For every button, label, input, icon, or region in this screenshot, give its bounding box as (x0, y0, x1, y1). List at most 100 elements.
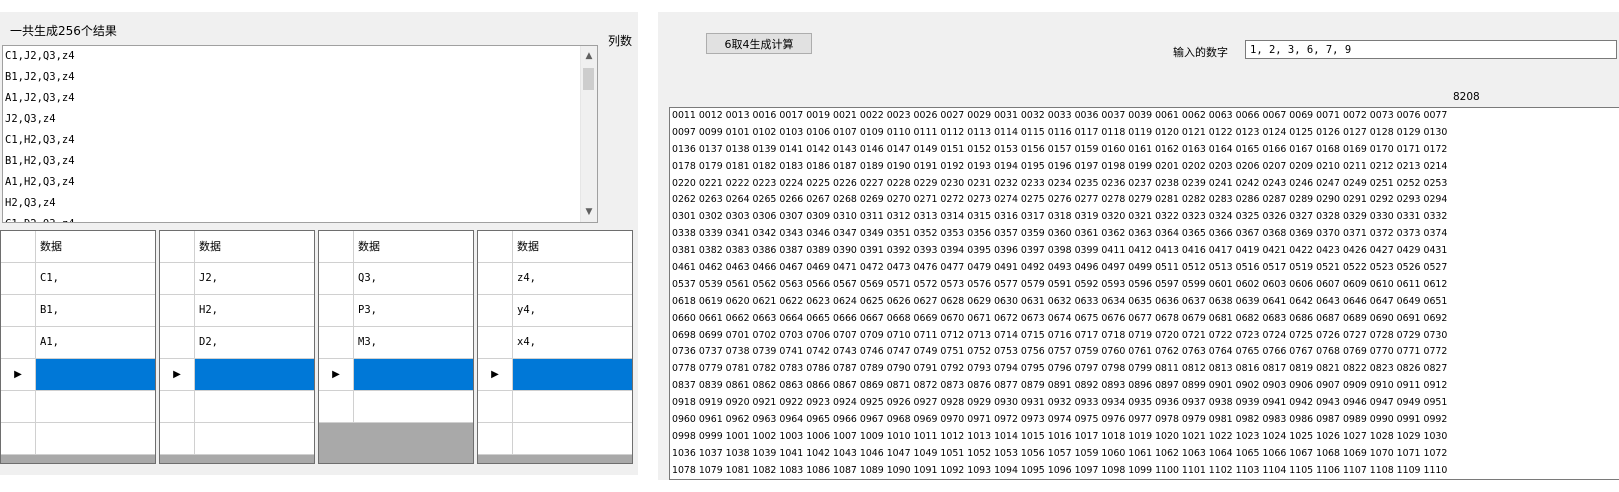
grid-cell[interactable] (195, 423, 314, 454)
grid-cell-selected[interactable] (354, 359, 473, 390)
number-row: 0136 0137 0138 0139 0141 0142 0143 0146 … (672, 143, 1448, 155)
row-header[interactable] (1, 391, 36, 422)
table-row[interactable] (160, 391, 314, 423)
result-scrollbar[interactable]: ▲ ▼ (580, 46, 597, 222)
row-header[interactable] (319, 295, 354, 326)
grid-cell[interactable] (513, 391, 632, 422)
new-row-selected[interactable]: ▶ (160, 359, 314, 391)
data-grid-4[interactable]: 数据 z4, y4, x4, ▶ (477, 230, 633, 464)
table-row[interactable] (478, 391, 632, 423)
column-header-data[interactable]: 数据 (354, 231, 473, 262)
grid-header-row: 数据 (160, 231, 314, 263)
column-header-data[interactable]: 数据 (195, 231, 314, 262)
table-row[interactable] (319, 391, 473, 423)
number-row: 0301 0302 0303 0306 0307 0309 0310 0311 … (672, 211, 1448, 223)
number-row: 0537 0539 0561 0562 0563 0566 0567 0569 … (672, 278, 1448, 290)
column-header-data[interactable]: 数据 (36, 231, 155, 262)
grid-cell[interactable]: A1, (36, 327, 155, 358)
grid-cell[interactable] (36, 391, 155, 422)
grid-cell[interactable] (354, 391, 473, 422)
grid-cell-selected[interactable] (195, 359, 314, 390)
number-generator-panel: 6取4生成计算 输入的数字 8208 0011 0012 0013 0016 0… (658, 12, 1619, 480)
grid-cell[interactable]: P3, (354, 295, 473, 326)
data-grid-2[interactable]: 数据 J2, H2, D2, ▶ (159, 230, 315, 464)
new-row-selected[interactable]: ▶ (1, 359, 155, 391)
grid-cell[interactable]: D2, (195, 327, 314, 358)
grid-cell[interactable]: J2, (195, 263, 314, 294)
result-textbox[interactable]: C1,J2,Q3,z4 B1,J2,Q3,z4 A1,J2,Q3,z4 J2,Q… (2, 45, 598, 223)
table-row[interactable] (478, 423, 632, 455)
row-header[interactable] (160, 295, 195, 326)
grid-cell[interactable]: x4, (513, 327, 632, 358)
grid-cell[interactable] (513, 423, 632, 454)
result-line: B1,J2,Q3,z4 (5, 71, 75, 83)
row-header[interactable] (1, 263, 36, 294)
table-row[interactable]: P3, (319, 295, 473, 327)
row-header[interactable] (478, 391, 513, 422)
row-header[interactable] (319, 391, 354, 422)
grid-cell[interactable]: H2, (195, 295, 314, 326)
new-row-selected[interactable]: ▶ (319, 359, 473, 391)
new-row-selected[interactable]: ▶ (478, 359, 632, 391)
number-row: 0461 0462 0463 0466 0467 0469 0471 0472 … (672, 262, 1448, 274)
row-header[interactable] (160, 263, 195, 294)
scroll-thumb[interactable] (583, 68, 594, 90)
number-row: 0698 0699 0701 0702 0703 0706 0707 0709 … (672, 329, 1448, 341)
row-header[interactable] (478, 423, 513, 454)
number-row: 1078 1079 1081 1082 1083 1086 1087 1089 … (672, 464, 1448, 476)
grid-cell-selected[interactable] (36, 359, 155, 390)
number-row: 0660 0661 0662 0663 0664 0665 0666 0667 … (672, 312, 1448, 324)
number-row: 0338 0339 0341 0342 0343 0346 0347 0349 … (672, 228, 1448, 240)
result-line: B1,H2,Q3,z4 (5, 155, 75, 167)
table-row[interactable]: H2, (160, 295, 314, 327)
column-count-label: 列数 (608, 34, 633, 48)
generate-calc-button[interactable]: 6取4生成计算 (706, 33, 812, 54)
row-header[interactable] (319, 263, 354, 294)
grid-cell[interactable]: Q3, (354, 263, 473, 294)
table-row[interactable]: y4, (478, 295, 632, 327)
table-row[interactable]: J2, (160, 263, 314, 295)
grid-cell[interactable]: M3, (354, 327, 473, 358)
column-header-data[interactable]: 数据 (513, 231, 632, 262)
data-grid-3[interactable]: 数据 Q3, P3, M3, ▶ (318, 230, 474, 464)
result-lines: C1,J2,Q3,z4 B1,J2,Q3,z4 A1,J2,Q3,z4 J2,Q… (3, 46, 597, 222)
row-header[interactable] (1, 423, 36, 454)
table-row[interactable]: z4, (478, 263, 632, 295)
table-row[interactable] (1, 423, 155, 455)
scroll-down-icon[interactable]: ▼ (581, 204, 597, 220)
input-numbers-field[interactable] (1245, 40, 1617, 59)
row-header[interactable] (1, 327, 36, 358)
row-header[interactable] (478, 263, 513, 294)
row-header[interactable] (478, 327, 513, 358)
table-row[interactable]: D2, (160, 327, 314, 359)
grid-cell[interactable]: B1, (36, 295, 155, 326)
grid-cell[interactable]: C1, (36, 263, 155, 294)
table-row[interactable]: B1, (1, 295, 155, 327)
grid-header-row: 数据 (1, 231, 155, 263)
data-grid-1[interactable]: 数据 C1, B1, A1, ▶ (0, 230, 156, 464)
number-row: 0618 0619 0620 0621 0622 0623 0624 0625 … (672, 295, 1448, 307)
table-row[interactable]: M3, (319, 327, 473, 359)
numbers-output-textbox[interactable]: 0011 0012 0013 0016 0017 0019 0021 0022 … (669, 107, 1619, 480)
table-row[interactable]: A1, (1, 327, 155, 359)
row-header[interactable] (478, 295, 513, 326)
table-row[interactable]: C1, (1, 263, 155, 295)
table-row[interactable]: x4, (478, 327, 632, 359)
row-pointer-icon: ▶ (1, 359, 36, 390)
row-header[interactable] (160, 391, 195, 422)
table-row[interactable]: Q3, (319, 263, 473, 295)
row-header[interactable] (160, 423, 195, 454)
grid-cell[interactable]: z4, (513, 263, 632, 294)
table-row[interactable] (1, 391, 155, 423)
table-row[interactable] (160, 423, 314, 455)
grid-cell[interactable] (195, 391, 314, 422)
grid-cell-selected[interactable] (513, 359, 632, 390)
row-header[interactable] (1, 295, 36, 326)
grid-header-row: 数据 (478, 231, 632, 263)
number-row: 0097 0099 0101 0102 0103 0106 0107 0109 … (672, 126, 1448, 138)
grid-cell[interactable]: y4, (513, 295, 632, 326)
grid-cell[interactable] (36, 423, 155, 454)
scroll-up-icon[interactable]: ▲ (581, 48, 597, 64)
row-header[interactable] (319, 327, 354, 358)
row-header[interactable] (160, 327, 195, 358)
